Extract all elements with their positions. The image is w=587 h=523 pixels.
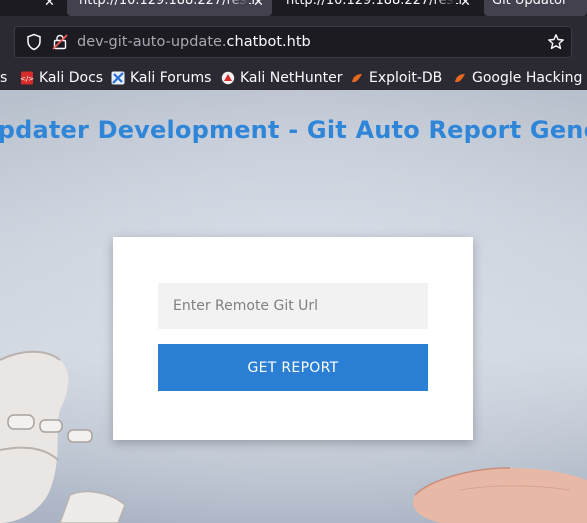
bookmarks-bar: s </> Kali Docs Kali Forums Kali NetHunt… <box>0 66 587 90</box>
nethunter-icon <box>221 71 235 85</box>
git-url-input[interactable] <box>158 283 428 329</box>
kali-docs-icon: </> <box>20 71 34 85</box>
human-hand-image <box>412 467 587 523</box>
bookmark-label: Exploit-DB <box>369 70 443 86</box>
tab-git-updator[interactable]: Git Updator <box>484 0 587 16</box>
shield-icon[interactable] <box>25 33 43 51</box>
tab-fade <box>227 0 249 16</box>
ghdb-icon <box>455 74 465 82</box>
bookmark-label: Kali NetHunter <box>240 70 343 86</box>
tab-4-label: Git Updator <box>492 0 568 8</box>
url-domain: chatbot.htb <box>226 34 311 50</box>
tab-fade <box>434 0 456 16</box>
exploit-db-icon <box>352 74 362 82</box>
nav-bar: dev-git-auto-update.chatbot.htb <box>0 16 587 66</box>
tab-bar: ✕ http://10.129.188.227/restr ✕ http://1… <box>0 0 587 16</box>
page-content: Updater Development - Git Auto Report Ge… <box>0 90 587 523</box>
close-icon[interactable]: ✕ <box>44 0 55 10</box>
lock-warning-icon[interactable] <box>51 33 69 51</box>
url-text[interactable]: dev-git-auto-update.chatbot.htb <box>77 34 311 50</box>
bookmark-label: Kali Docs <box>39 70 104 86</box>
close-icon[interactable]: ✕ <box>253 0 264 10</box>
kali-forums-icon <box>111 71 125 85</box>
page-title: Updater Development - Git Auto Report Ge… <box>0 116 587 144</box>
tab-1[interactable]: ✕ <box>0 0 66 16</box>
url-subdomain: dev-git-auto-update. <box>77 34 227 50</box>
url-bar[interactable]: dev-git-auto-update.chatbot.htb <box>14 26 572 58</box>
report-form-card: GET REPORT <box>113 237 473 440</box>
bookmark-label: Google Hacking D <box>472 70 587 86</box>
get-report-button[interactable]: GET REPORT <box>158 344 428 391</box>
tab-2[interactable]: http://10.129.188.227/restr ✕ <box>67 0 272 16</box>
tab-3[interactable]: http://10.129.188.227/restr ✕ <box>274 0 479 16</box>
svg-text:</>: </> <box>20 75 34 83</box>
bookmark-star-icon[interactable] <box>547 33 565 51</box>
bookmark-label: s <box>0 70 8 86</box>
bookmark-label: Kali Forums <box>130 70 212 86</box>
close-icon[interactable]: ✕ <box>460 0 471 10</box>
